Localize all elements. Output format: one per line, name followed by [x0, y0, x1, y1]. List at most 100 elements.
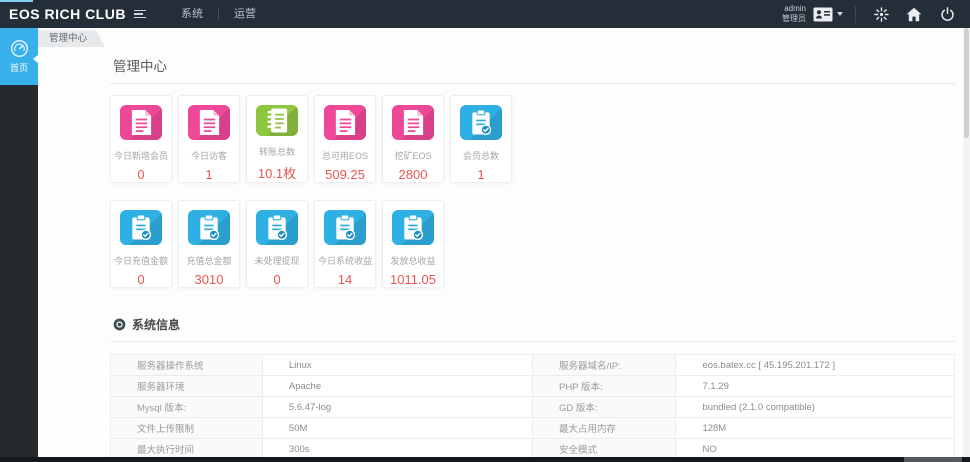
vertical-scrollbar-thumb[interactable]: [964, 28, 969, 138]
main-area: 管理中心 管理中心 今日新增会员 0 今日访客 1: [38, 28, 963, 457]
top-accent-line: [0, 0, 33, 2]
sidebar-item-label: 首页: [10, 61, 28, 74]
clipboard-check-icon: [188, 210, 230, 245]
stat-value: 3010: [195, 272, 224, 287]
menu-item-operation[interactable]: 运营: [219, 0, 271, 28]
stat-card-total-recharge[interactable]: 充值总金额 3010: [178, 200, 240, 288]
caret-down-icon: [837, 12, 843, 16]
stat-card-visitors[interactable]: 今日访客 1: [178, 95, 240, 183]
document-icon: [188, 105, 230, 140]
stat-value: 1: [205, 167, 212, 182]
brand-logo: EOS RICH CLUB: [0, 6, 134, 22]
stat-value: 10.1枚: [258, 163, 296, 182]
info-key: 服务器操作系统: [111, 355, 263, 376]
clear-cache-button[interactable]: [868, 0, 894, 28]
stat-cards-row-2: 今日充值金额 0 充值总金额 3010 未处理提现 0: [110, 200, 955, 288]
info-value: Linux: [262, 355, 532, 376]
logout-button[interactable]: [934, 0, 960, 28]
sidebar: 首页: [0, 28, 38, 457]
stat-label: 今日系统收益: [318, 254, 372, 267]
clipboard-check-icon: [460, 105, 502, 140]
table-row: 服务器环境 Apache PHP 版本: 7.1.29: [111, 376, 955, 397]
stat-label: 未处理提现: [254, 254, 299, 267]
clipboard-check-icon: [392, 210, 434, 245]
top-menu: 系统 运营: [166, 0, 271, 28]
info-key: 文件上传限制: [111, 418, 263, 439]
table-row: Mysql 版本: 5.6.47-log GD 版本: bundled (2.1…: [111, 397, 955, 418]
notebook-icon: [256, 105, 298, 136]
info-key: PHP 版本:: [532, 376, 675, 397]
stat-card-transfers[interactable]: 转账总数 10.1枚: [246, 95, 308, 183]
horizontal-scrollbar[interactable]: [0, 457, 970, 462]
home-button[interactable]: [901, 0, 927, 28]
bullseye-icon: [113, 318, 126, 331]
sidebar-toggle-icon[interactable]: [134, 10, 146, 19]
user-name: admin: [782, 4, 806, 14]
info-key: Mysql 版本:: [111, 397, 263, 418]
stat-value: 1: [477, 167, 484, 182]
system-info-header: 系统信息: [110, 307, 955, 342]
stat-label: 总可用EOS: [322, 149, 368, 162]
document-icon: [324, 105, 366, 140]
gauge-icon: [10, 39, 29, 58]
stat-label: 转账总数: [259, 145, 295, 158]
stat-value: 0: [273, 272, 280, 287]
stat-card-today-profit[interactable]: 今日系统收益 14: [314, 200, 376, 288]
stat-label: 今日新增会员: [114, 149, 168, 162]
content: 管理中心 今日新增会员 0 今日访客 1 转账总数: [110, 48, 955, 457]
info-key: 最大执行时间: [111, 439, 263, 458]
vertical-scrollbar[interactable]: [963, 28, 970, 457]
stat-card-mining-eos[interactable]: 挖矿EOS 2800: [382, 95, 444, 183]
power-icon: [940, 7, 955, 22]
info-value: 5.6.47-log: [262, 397, 532, 418]
info-key: GD 版本:: [532, 397, 675, 418]
id-badge-icon: [813, 7, 833, 22]
info-value: Apache: [262, 376, 532, 397]
info-value: 300s: [262, 439, 532, 458]
sidebar-collapse-icon[interactable]: [33, 55, 38, 63]
info-key: 安全模式: [532, 439, 675, 458]
system-info-panel: 系统信息 服务器操作系统 Linux 服务器域名/IP: eos.batex.c…: [110, 307, 955, 457]
stat-value: 509.25: [325, 167, 365, 182]
tab-bar: 管理中心: [38, 28, 963, 48]
info-key: 服务器域名/IP:: [532, 355, 675, 376]
stat-cards-row-1: 今日新增会员 0 今日访客 1 转账总数 10.1枚: [110, 95, 955, 183]
clipboard-check-icon: [120, 210, 162, 245]
stat-value: 1011.05: [390, 272, 436, 287]
stat-card-total-members[interactable]: 会员总数 1: [450, 95, 512, 183]
table-row: 服务器操作系统 Linux 服务器域名/IP: eos.batex.cc [ 4…: [111, 355, 955, 376]
stat-value: 0: [137, 272, 144, 287]
user-dropdown[interactable]: [813, 7, 843, 22]
document-icon: [392, 105, 434, 140]
stat-label: 发放总收益: [390, 254, 435, 267]
menu-item-system[interactable]: 系统: [166, 0, 218, 28]
stat-card-available-eos[interactable]: 总可用EOS 509.25: [314, 95, 376, 183]
document-icon: [120, 105, 162, 140]
info-value: bundled (2.1.0 compatible): [676, 397, 955, 418]
stat-value: 14: [338, 272, 352, 287]
stat-value: 0: [137, 167, 144, 182]
clipboard-check-icon: [256, 210, 298, 245]
system-info-title: 系统信息: [132, 316, 180, 333]
sidebar-item-home[interactable]: 首页: [0, 28, 38, 85]
horizontal-scrollbar-thumb[interactable]: [904, 457, 962, 462]
stat-label: 会员总数: [463, 149, 499, 162]
stat-card-total-payout[interactable]: 发放总收益 1011.05: [382, 200, 444, 288]
navbar-right: admin 管理员: [782, 0, 970, 28]
table-row: 文件上传限制 50M 最大占用内存 128M: [111, 418, 955, 439]
info-value: 128M: [676, 418, 955, 439]
stat-card-new-members[interactable]: 今日新增会员 0: [110, 95, 172, 183]
stat-label: 今日充值金额: [114, 254, 168, 267]
stat-value: 2800: [399, 167, 428, 182]
info-value: eos.batex.cc [ 45.195.201.172 ]: [676, 355, 955, 376]
stat-label: 挖矿EOS: [394, 149, 431, 162]
info-key: 最大占用内存: [532, 418, 675, 439]
user-info[interactable]: admin 管理员: [782, 4, 806, 24]
tab-admin-center[interactable]: 管理中心: [38, 30, 105, 47]
stat-card-pending-withdraw[interactable]: 未处理提现 0: [246, 200, 308, 288]
stat-card-today-recharge[interactable]: 今日充值金额 0: [110, 200, 172, 288]
navbar-divider: [855, 6, 856, 23]
stat-label: 今日访客: [191, 149, 227, 162]
user-role: 管理员: [782, 14, 806, 24]
info-value: NO: [676, 439, 955, 458]
